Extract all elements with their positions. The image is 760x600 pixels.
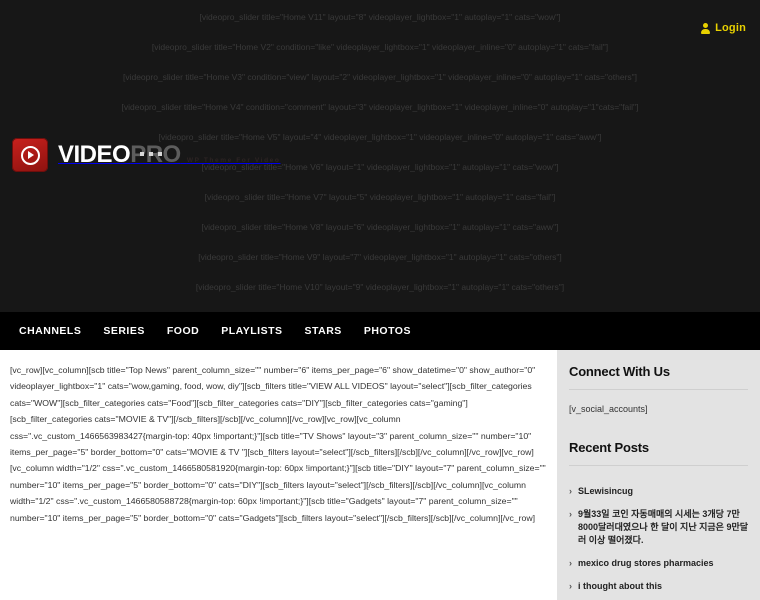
recent-posts-list: › SLewisincug › 9월33일 코인 자동매매의 시세는 3개당 7…	[569, 480, 748, 600]
nav-item-playlists[interactable]: PLAYLISTS	[210, 312, 293, 350]
shortcode-line: [videopro_slider title="Home V11" layout…	[199, 12, 561, 22]
shortcode-line: [videopro_slider title="Home V2" conditi…	[151, 42, 609, 52]
list-item-label: i thought about this	[578, 581, 662, 591]
shortcode-line: [videopro_slider title="Home V4" conditi…	[121, 102, 639, 112]
nav-item-series[interactable]: SERIES	[92, 312, 156, 350]
ellipsis-icon	[140, 152, 162, 156]
nav-item-channels[interactable]: CHANNELS	[8, 312, 92, 350]
list-item[interactable]: › i thought about this	[569, 575, 748, 598]
page-root: [videopro_slider title="Home V11" layout…	[0, 0, 760, 600]
widget-recent-posts: Recent Posts › SLewisincug › 9월33일 코인 자동…	[569, 440, 748, 600]
shortcode-line: [videopro_slider title="Home V7" layout=…	[204, 192, 556, 202]
widget-title: Recent Posts	[569, 440, 649, 455]
chevron-right-icon: ›	[569, 509, 572, 519]
nav-item-photos[interactable]: PHOTOS	[353, 312, 422, 350]
chevron-right-icon: ›	[569, 486, 572, 496]
nav-item-food[interactable]: FOOD	[156, 312, 210, 350]
login-button[interactable]: Login	[701, 22, 746, 34]
main-navigation: CHANNELS SERIES FOOD PLAYLISTS STARS PHO…	[0, 312, 760, 350]
logo-tagline: WP Theme For Video	[186, 157, 281, 164]
list-item[interactable]: › 9월33일 코인 자동매매의 시세는 3개당 7만 8000달러대였으나 한…	[569, 503, 748, 552]
chevron-right-icon: ›	[569, 581, 572, 591]
page-body: [vc_row][vc_column][scb title="Top News"…	[0, 350, 760, 600]
shortcode-line: [videopro_slider title="Home V9" layout=…	[198, 252, 562, 262]
chevron-right-icon: ›	[569, 558, 572, 568]
shortcode-line: [videopro_slider title="Home V8" layout=…	[201, 222, 559, 232]
shortcode-line: [videopro_slider title="Home V10" layout…	[195, 282, 565, 292]
user-icon	[701, 22, 711, 34]
list-item-label: mexico drug stores pharmacies	[578, 558, 714, 568]
widget-title: Connect With Us	[569, 364, 670, 379]
nav-item-stars[interactable]: STARS	[294, 312, 353, 350]
main-content: [vc_row][vc_column][scb title="Top News"…	[0, 350, 557, 600]
list-item[interactable]: › SLewisincug	[569, 480, 748, 503]
login-label: Login	[715, 22, 746, 34]
play-icon	[12, 138, 48, 172]
site-header: [videopro_slider title="Home V11" layout…	[0, 0, 760, 312]
logo-text: VIDEOPRO WP Theme For Video	[58, 143, 280, 167]
sidebar: Connect With Us [v_social_accounts] Rece…	[557, 350, 760, 600]
social-accounts-shortcode: [v_social_accounts]	[569, 404, 648, 414]
list-item-label: SLewisincug	[578, 486, 634, 496]
shortcode-content-block: [vc_row][vc_column][scb title="Top News"…	[10, 365, 546, 523]
logo-word-primary: VIDEO	[58, 141, 131, 168]
list-item[interactable]: › mexico drug stores pharmacies	[569, 552, 748, 575]
list-item-label: 9월33일 코인 자동매매의 시세는 3개당 7만 8000달러대였으나 한 달…	[578, 509, 749, 545]
divider	[569, 465, 748, 466]
divider	[569, 389, 748, 390]
shortcode-line: [videopro_slider title="Home V3" conditi…	[122, 72, 638, 82]
widget-connect-with-us: Connect With Us [v_social_accounts]	[569, 364, 748, 414]
